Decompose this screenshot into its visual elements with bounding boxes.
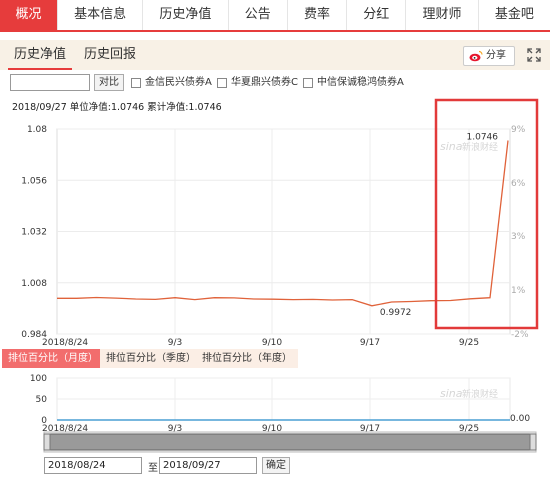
x-tick-label: 9/3 [168, 338, 182, 348]
share-label: 分享 [486, 50, 506, 61]
fullscreen-icon[interactable] [526, 47, 542, 63]
y-right-tick-label: 6% [511, 179, 526, 189]
subtab-history-nav[interactable]: 历史净值 [8, 40, 73, 70]
rank-x-tick-label: 9/10 [262, 424, 282, 434]
y-tick-label: 1.032 [21, 228, 47, 238]
last-value-label: 1.0746 [467, 133, 499, 143]
y-tick-label: 0.984 [21, 330, 47, 340]
tab-overview[interactable]: 概况 [0, 0, 58, 30]
y-right-tick-label: 1% [511, 286, 526, 296]
to-label: 至 [148, 463, 158, 474]
y-right-tick-label: 3% [511, 232, 526, 242]
y-tick-label: 1.08 [27, 125, 47, 135]
weibo-icon [469, 50, 483, 62]
y-right-tick-label: 9% [511, 125, 526, 135]
x-tick-label: 9/10 [262, 338, 282, 348]
compare-fund-1[interactable]: 金信民兴债券A [131, 75, 212, 91]
tab-fund-forum[interactable]: 基金吧 [479, 0, 550, 30]
fund-label: 华夏鼎兴债券C [231, 77, 298, 88]
checkbox[interactable] [303, 78, 313, 88]
nav-info-text: 2018/09/27 单位净值:1.0746 累计净值:1.0746 [12, 102, 222, 113]
fund-label: 金信民兴债券A [145, 77, 212, 88]
top-tab-bar: 概况 基本信息 历史净值 公告 费率 分红 理财师 基金吧 [0, 0, 550, 32]
watermark: 新浪财经 [462, 141, 498, 153]
confirm-button[interactable]: 确定 [262, 457, 290, 474]
tab-announcements[interactable]: 公告 [229, 0, 288, 30]
compare-fund-input[interactable] [10, 74, 90, 91]
subtab-history-return[interactable]: 历史回报 [78, 40, 142, 70]
date-range-row: 2018/08/24 至 2018/09/27 确定 [0, 456, 550, 476]
end-date-input[interactable]: 2018/09/27 [159, 457, 257, 474]
tab-dividends[interactable]: 分红 [347, 0, 407, 30]
range-navigator [43, 431, 537, 453]
min-value-label: 0.9972 [380, 308, 412, 318]
navigator-handle-left [43, 433, 51, 451]
compare-fund-3[interactable]: 中信保诚稳鸿债券A [303, 75, 404, 91]
y-tick-label: 1.008 [21, 279, 47, 289]
plot-frame [56, 128, 511, 335]
x-tick-label: 9/17 [360, 338, 380, 348]
navigator-track [43, 431, 537, 453]
checkbox[interactable] [217, 78, 227, 88]
sub-tab-bar: 历史净值 历史回报 分享 [0, 40, 550, 70]
y-tick-label: 1.056 [21, 176, 47, 186]
rank-x-tick-label: 9/25 [459, 424, 479, 434]
navigator-selection [49, 433, 531, 451]
tab-advisor[interactable]: 理财师 [406, 0, 479, 30]
nav-series-line [57, 140, 509, 307]
rank-y-tick-label: 0 [41, 416, 47, 426]
highlight-box [434, 98, 539, 330]
fund-label: 中信保诚稳鸿债券A [317, 77, 404, 88]
tab-basic-info[interactable]: 基本信息 [58, 0, 144, 30]
rank-tab-quarterly[interactable]: 排位百分比（季度） [100, 349, 202, 368]
navigator-handle-right [529, 433, 537, 451]
tab-history-nav[interactable]: 历史净值 [143, 0, 229, 30]
rank-plot-frame [56, 377, 511, 421]
rank-x-tick-label: 9/17 [360, 424, 380, 434]
compare-fund-2[interactable]: 华夏鼎兴债券C [217, 75, 298, 91]
share-button[interactable]: 分享 [463, 46, 515, 66]
rank-tab-monthly[interactable]: 排位百分比（月度） [2, 349, 104, 368]
rank-y-tick-label: 100 [30, 374, 47, 384]
start-date-input[interactable]: 2018/08/24 [44, 457, 142, 474]
checkbox[interactable] [131, 78, 141, 88]
x-tick-label: 9/25 [459, 338, 479, 348]
tab-fees[interactable]: 费率 [288, 0, 348, 30]
rank-y-tick-label: 50 [36, 395, 48, 405]
watermark-brand: sina [440, 387, 463, 400]
rank-tab-yearly[interactable]: 排位百分比（年度） [196, 349, 298, 368]
rank-end-label: 0.00 [510, 414, 530, 424]
y-right-tick-label: -2% [511, 330, 529, 340]
rank-x-tick-label: 9/3 [168, 424, 182, 434]
compare-row: 对比 金信民兴债券A 华夏鼎兴债券C 中信保诚稳鸿债券A [0, 72, 550, 94]
rank-tab-bar: 排位百分比（月度） 排位百分比（季度） 排位百分比（年度） [0, 349, 550, 369]
compare-button[interactable]: 对比 [94, 74, 124, 91]
watermark: 新浪财经 [462, 388, 498, 400]
x-tick-label: 2018/8/24 [42, 338, 88, 348]
rank-x-tick-label: 2018/8/24 [42, 424, 88, 434]
watermark-brand: sina [440, 140, 463, 153]
